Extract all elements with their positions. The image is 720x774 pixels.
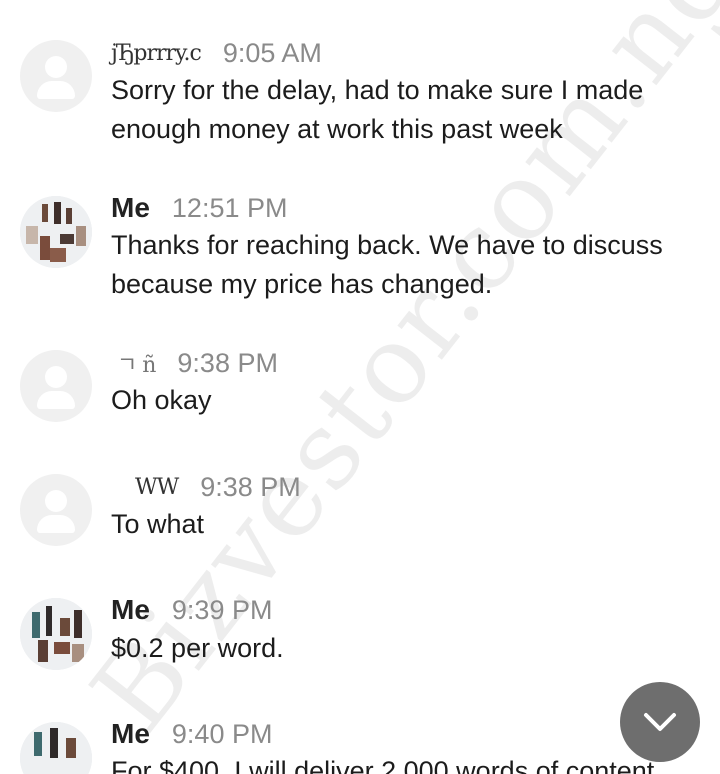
timestamp: 9:40 PM — [171, 718, 273, 749]
timestamp: 9:38 PM — [200, 471, 301, 502]
sender-name[interactable]: Me — [111, 594, 150, 626]
timestamp: 9:38 PM — [177, 347, 278, 378]
message-header: WW 9:38 PM — [111, 469, 301, 505]
message-header: Me 12:51 PM — [111, 190, 287, 226]
chevron-down-icon — [644, 713, 676, 731]
avatar-photo — [20, 598, 92, 670]
sender-name[interactable]: Me — [111, 192, 150, 224]
sender-name[interactable]: Me — [111, 718, 150, 750]
timestamp: 9:05 AM — [222, 37, 322, 68]
message-text: Oh okay — [111, 385, 212, 415]
message-header: jЂprrry.c 9:05 AM — [111, 35, 322, 71]
sender-name[interactable]: jЂprrry.c — [111, 41, 202, 66]
sender-name[interactable]: WW — [135, 475, 179, 500]
timestamp: 12:51 PM — [171, 192, 288, 223]
avatar-photo — [20, 196, 92, 268]
message-header: Me 9:39 PM — [111, 592, 272, 628]
avatar[interactable] — [20, 598, 92, 670]
avatar[interactable] — [20, 722, 92, 774]
avatar[interactable] — [20, 40, 92, 112]
message-text: Sorry for the delay, had to make sure I … — [111, 75, 644, 144]
message-text: $0.2 per word. — [111, 633, 284, 663]
avatar[interactable] — [20, 350, 92, 422]
avatar[interactable] — [20, 474, 92, 546]
timestamp: 9:39 PM — [171, 594, 273, 625]
message-text: Thanks for reaching back. We have to dis… — [111, 230, 663, 299]
message-text: For $400, I will deliver 2,000 words of … — [111, 756, 655, 774]
sender-name[interactable]: ㄱ ñ — [117, 347, 156, 379]
avatar[interactable] — [20, 196, 92, 268]
avatar-photo — [20, 722, 92, 774]
scroll-to-bottom-button[interactable] — [620, 682, 700, 762]
chat-thread[interactable]: Bizvestor.com.ng jЂprrry.c 9:05 AM Sorry… — [0, 0, 720, 774]
message-header: ㄱ ñ 9:38 PM — [111, 345, 278, 381]
message-header: Me 9:40 PM — [111, 716, 272, 752]
message-text: To what — [111, 509, 205, 539]
